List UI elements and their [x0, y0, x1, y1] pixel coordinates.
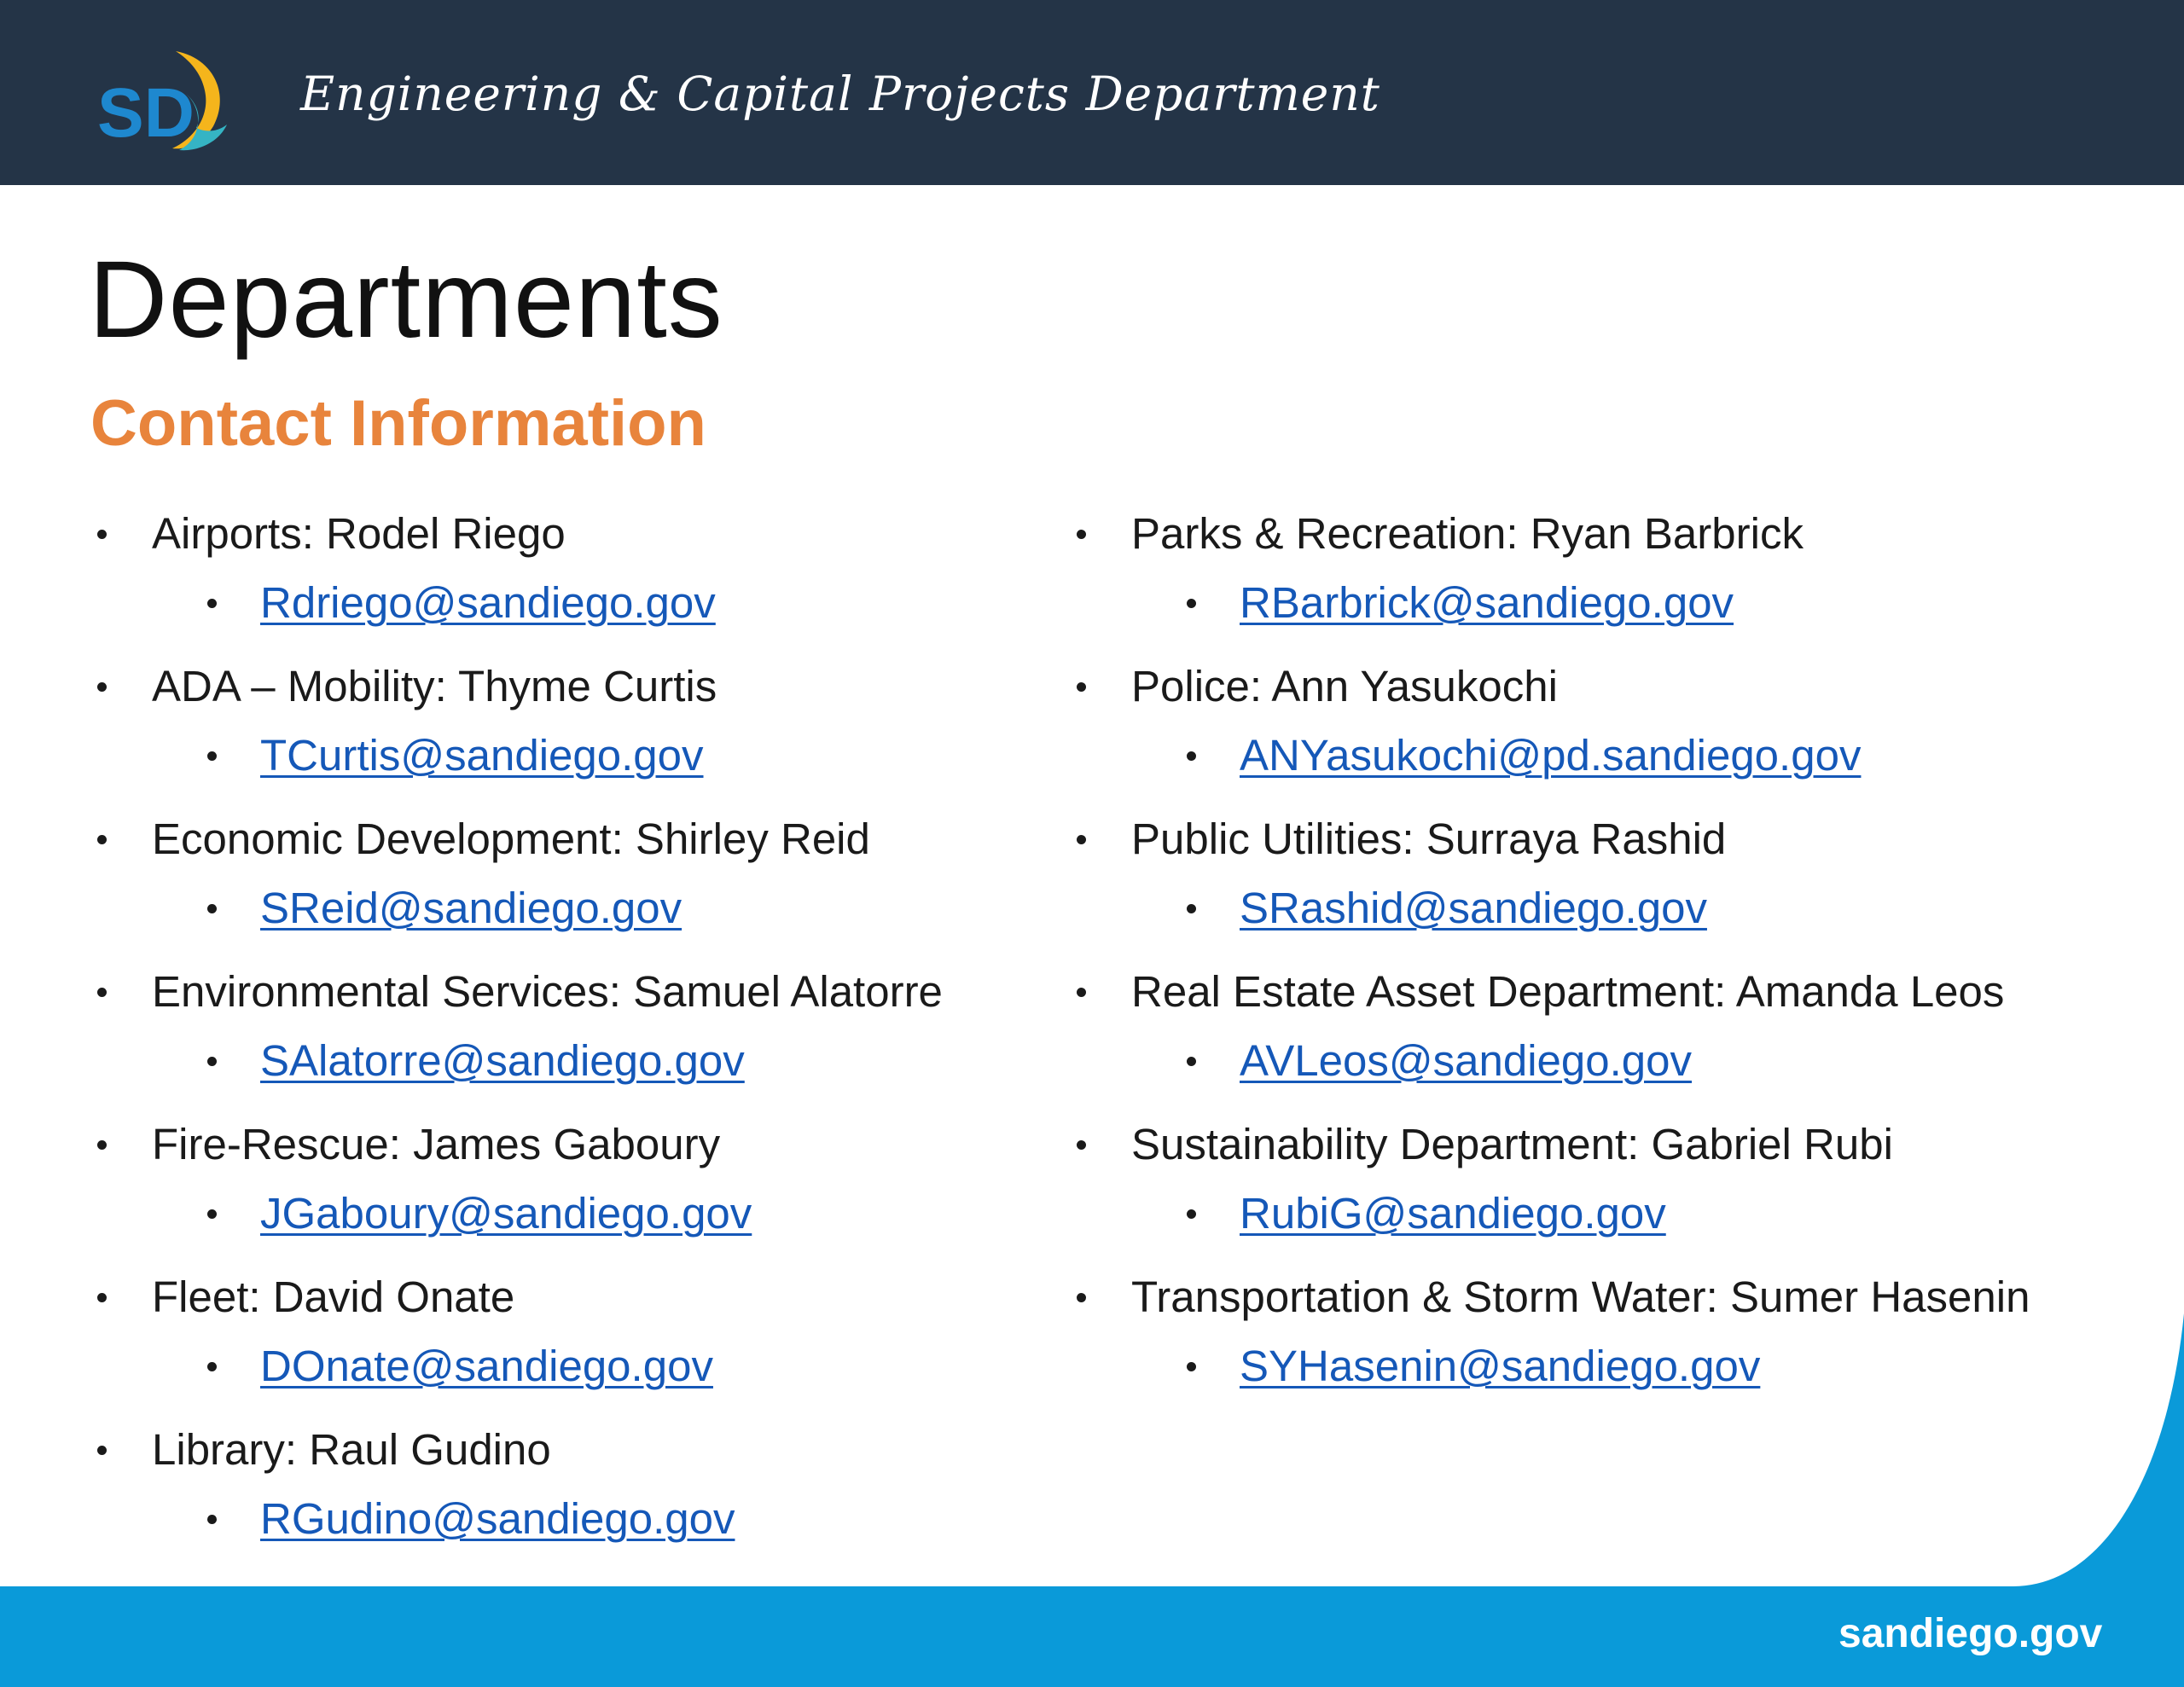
- bullet-icon: [207, 1209, 217, 1219]
- contact-entry: Real Estate Asset Department: Amanda Leo…: [1073, 963, 2165, 1116]
- contact-entry: Economic Development: Shirley Reid SReid@…: [94, 810, 1049, 963]
- email-line: ANYasukochi@pd.sandiego.gov: [1240, 727, 1861, 785]
- contact-list-right: Parks & Recreation: Ryan Barbrick RBarbri…: [1073, 505, 2165, 1421]
- contact-entry: Fleet: David Onate DOnate@sandiego.gov: [94, 1268, 1049, 1421]
- email-link[interactable]: RubiG@sandiego.gov: [1240, 1189, 1666, 1238]
- bullet-icon: [1187, 599, 1196, 608]
- bullet-icon: [97, 1293, 107, 1302]
- email-line: RGudino@sandiego.gov: [260, 1490, 735, 1548]
- contact-entry: Parks & Recreation: Ryan Barbrick RBarbri…: [1073, 505, 2165, 658]
- email-link[interactable]: AVLeos@sandiego.gov: [1240, 1036, 1692, 1085]
- department-contact-label: Real Estate Asset Department: Amanda Leo…: [1131, 967, 2005, 1016]
- department-contact-label: Public Utilities: Surraya Rashid: [1131, 815, 1727, 863]
- bullet-icon: [1077, 682, 1086, 692]
- bullet-icon: [1077, 530, 1086, 539]
- page-subtitle: Contact Information: [90, 387, 706, 460]
- department-contact-label: Fleet: David Onate: [152, 1272, 515, 1321]
- contact-entry: Fire-Rescue: James Gaboury JGaboury@sandi…: [94, 1116, 1049, 1268]
- email-link[interactable]: SRashid@sandiego.gov: [1240, 884, 1707, 932]
- bullet-icon: [97, 682, 107, 692]
- email-line: RubiG@sandiego.gov: [1240, 1185, 1666, 1243]
- email-link[interactable]: DOnate@sandiego.gov: [260, 1342, 713, 1390]
- bullet-icon: [97, 1140, 107, 1150]
- bullet-icon: [1187, 1209, 1196, 1219]
- bullet-icon: [1077, 1140, 1086, 1150]
- department-contact-label: Economic Development: Shirley Reid: [152, 815, 870, 863]
- bullet-icon: [207, 1515, 217, 1524]
- contact-entry: ADA – Mobility: Thyme Curtis TCurtis@sand…: [94, 658, 1049, 810]
- contact-entry: Airports: Rodel Riego Rdriego@sandiego.go…: [94, 505, 1049, 658]
- email-line: TCurtis@sandiego.gov: [260, 727, 704, 785]
- email-link[interactable]: TCurtis@sandiego.gov: [260, 731, 704, 780]
- email-link[interactable]: SAlatorre@sandiego.gov: [260, 1036, 745, 1085]
- bullet-icon: [207, 599, 217, 608]
- bullet-icon: [97, 530, 107, 539]
- department-contact-label: Library: Raul Gudino: [152, 1425, 551, 1474]
- contact-entry: Environmental Services: Samuel Alatorre S…: [94, 963, 1049, 1116]
- contact-entry: Sustainability Department: Gabriel Rubi R…: [1073, 1116, 2165, 1268]
- bullet-icon: [207, 1362, 217, 1371]
- bullet-icon: [207, 904, 217, 913]
- contact-entry: Transportation & Storm Water: Sumer Hase…: [1073, 1268, 2165, 1421]
- bullet-icon: [1187, 904, 1196, 913]
- email-link[interactable]: ANYasukochi@pd.sandiego.gov: [1240, 731, 1861, 780]
- footer-site: sandiego.gov: [1838, 1611, 2103, 1656]
- bullet-icon: [97, 835, 107, 844]
- email-link[interactable]: JGaboury@sandiego.gov: [260, 1189, 752, 1238]
- department-contact-label: Fire-Rescue: James Gaboury: [152, 1120, 721, 1168]
- email-line: SReid@sandiego.gov: [260, 879, 682, 937]
- department-contact-label: Parks & Recreation: Ryan Barbrick: [1131, 509, 1804, 558]
- contact-entry: Library: Raul Gudino RGudino@sandiego.gov: [94, 1421, 1049, 1574]
- email-line: AVLeos@sandiego.gov: [1240, 1032, 1692, 1090]
- bullet-icon: [1187, 751, 1196, 761]
- contact-list-left: Airports: Rodel Riego Rdriego@sandiego.go…: [94, 505, 1049, 1574]
- email-line: SRashid@sandiego.gov: [1240, 879, 1707, 937]
- department-name: Engineering & Capital Projects Departmen…: [300, 67, 1380, 121]
- header-bar: SD Engineering & Capital Projects Depart…: [0, 0, 2184, 185]
- email-link[interactable]: RBarbrick@sandiego.gov: [1240, 578, 1734, 627]
- san-diego-logo: SD: [97, 51, 227, 152]
- contact-entry: Police: Ann Yasukochi ANYasukochi@pd.sand…: [1073, 658, 2165, 810]
- bullet-icon: [97, 1446, 107, 1455]
- email-link[interactable]: RGudino@sandiego.gov: [260, 1494, 735, 1543]
- department-contact-label: Sustainability Department: Gabriel Rubi: [1131, 1120, 1893, 1168]
- page-title: Departments: [89, 239, 723, 361]
- email-line: SAlatorre@sandiego.gov: [260, 1032, 745, 1090]
- department-contact-label: Transportation & Storm Water: Sumer Hase…: [1131, 1272, 2030, 1321]
- department-contact-label: Police: Ann Yasukochi: [1131, 662, 1558, 710]
- bullet-icon: [1077, 1293, 1086, 1302]
- email-link[interactable]: SYHasenin@sandiego.gov: [1240, 1342, 1760, 1390]
- bullet-icon: [1187, 1362, 1196, 1371]
- email-link[interactable]: SReid@sandiego.gov: [260, 884, 682, 932]
- bullet-icon: [1187, 1057, 1196, 1066]
- department-contact-label: Environmental Services: Samuel Alatorre: [152, 967, 943, 1016]
- email-link[interactable]: Rdriego@sandiego.gov: [260, 578, 716, 627]
- bullet-icon: [207, 1057, 217, 1066]
- bullet-icon: [207, 751, 217, 761]
- contact-entry: Public Utilities: Surraya Rashid SRashid@…: [1073, 810, 2165, 963]
- bullet-icon: [1077, 835, 1086, 844]
- department-contact-label: Airports: Rodel Riego: [152, 509, 566, 558]
- logo-text: SD: [97, 74, 195, 152]
- email-line: JGaboury@sandiego.gov: [260, 1185, 752, 1243]
- email-line: RBarbrick@sandiego.gov: [1240, 574, 1734, 632]
- email-line: Rdriego@sandiego.gov: [260, 574, 716, 632]
- email-line: DOnate@sandiego.gov: [260, 1337, 713, 1395]
- department-contact-label: ADA – Mobility: Thyme Curtis: [152, 662, 717, 710]
- bullet-icon: [97, 988, 107, 997]
- email-line: SYHasenin@sandiego.gov: [1240, 1337, 1760, 1395]
- bullet-icon: [1077, 988, 1086, 997]
